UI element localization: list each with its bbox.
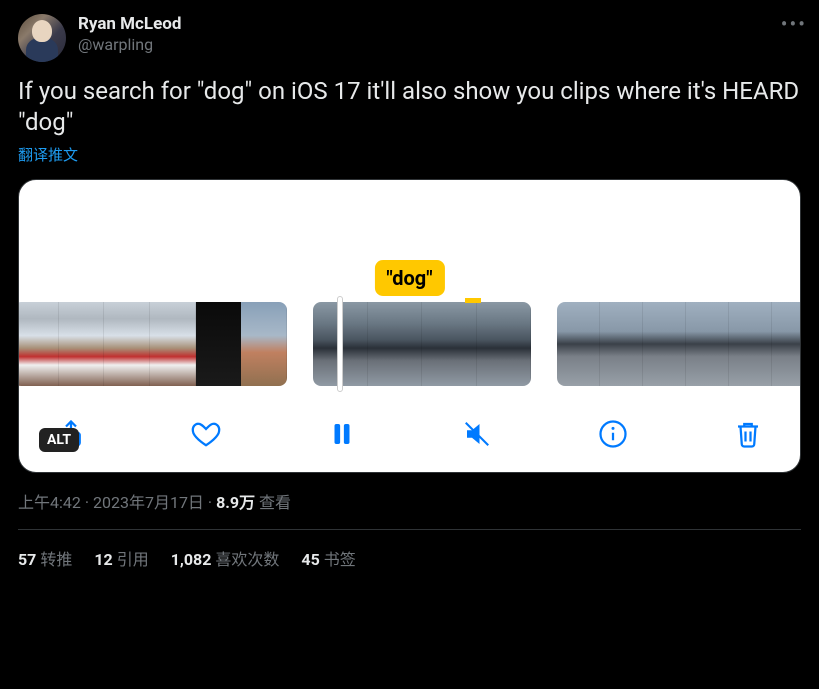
media-toolbar: [19, 400, 800, 454]
bookmarks-stat[interactable]: 45书签: [301, 546, 355, 570]
mute-icon[interactable]: [457, 414, 497, 454]
timeline-frame: [368, 302, 423, 386]
view-count: 8.9万: [216, 493, 255, 512]
view-label: 查看: [255, 493, 291, 512]
user-handle: @warpling: [78, 35, 801, 54]
timeline-frame: [196, 302, 242, 386]
timeline-frame: [643, 302, 686, 386]
tweet-stats: 57转推 12引用 1,082喜欢次数 45书签: [18, 530, 801, 570]
timeline-frame: [772, 302, 800, 386]
timeline-clip[interactable]: [313, 302, 531, 386]
tweet-time[interactable]: 上午4:42: [18, 493, 81, 512]
timeline-frame: [422, 302, 477, 386]
trash-icon[interactable]: [728, 414, 768, 454]
media-card[interactable]: "dog": [18, 179, 801, 473]
video-playhead[interactable]: [337, 296, 343, 392]
tweet-text: If you search for "dog" on iOS 17 it'll …: [18, 76, 801, 138]
tweet-header: Ryan McLeod @warpling: [18, 14, 801, 62]
caption-bubble: "dog": [374, 260, 444, 296]
timeline-frame: [241, 302, 287, 386]
pause-icon[interactable]: [322, 414, 362, 454]
timeline-frame: [729, 302, 772, 386]
user-block[interactable]: Ryan McLeod @warpling: [78, 14, 801, 55]
timeline-frame: [150, 302, 196, 386]
tweet-container: Ryan McLeod @warpling ••• If you search …: [0, 0, 819, 584]
more-options-button[interactable]: •••: [781, 14, 807, 34]
tweet-meta: 上午4:42 · 2023年7月17日 · 8.9万 查看: [18, 489, 801, 530]
display-name: Ryan McLeod: [78, 14, 801, 34]
timeline-clip[interactable]: [557, 302, 800, 386]
likes-stat[interactable]: 1,082喜欢次数: [171, 546, 280, 570]
caption-tick: [465, 298, 481, 303]
timeline-clip[interactable]: [18, 302, 287, 386]
tweet-date[interactable]: 2023年7月17日: [93, 493, 204, 512]
alt-badge[interactable]: ALT: [39, 428, 79, 452]
heart-icon[interactable]: [186, 414, 226, 454]
timeline-frame: [104, 302, 150, 386]
info-icon[interactable]: [593, 414, 633, 454]
timeline-frame: [18, 302, 59, 386]
avatar[interactable]: [18, 14, 66, 62]
timeline-frame: [600, 302, 643, 386]
timeline-frame: [557, 302, 600, 386]
quotes-stat[interactable]: 12引用: [94, 546, 148, 570]
timeline-frame: [59, 302, 105, 386]
timeline-frame: [477, 302, 532, 386]
retweets-stat[interactable]: 57转推: [18, 546, 72, 570]
timeline-frame: [686, 302, 729, 386]
translate-link[interactable]: 翻译推文: [18, 144, 78, 165]
